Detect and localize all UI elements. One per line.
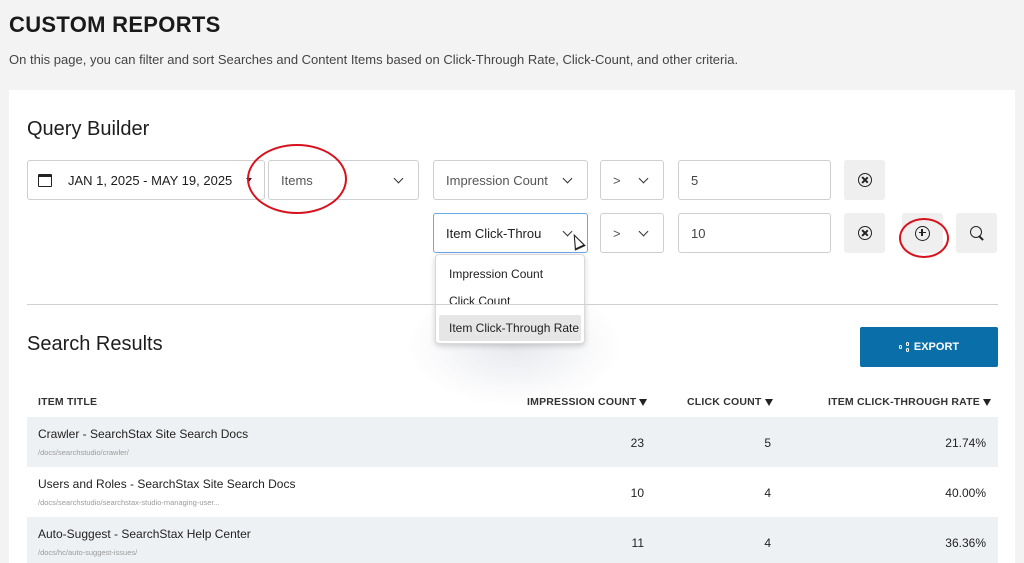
calendar-icon bbox=[38, 173, 52, 187]
filter2-operator-value: > bbox=[613, 225, 621, 241]
date-range-picker[interactable]: JAN 1, 2025 - MAY 19, 2025 bbox=[27, 160, 265, 200]
row-clicks: 5 bbox=[764, 436, 771, 450]
remove-filter1-button[interactable] bbox=[844, 160, 885, 200]
row-path: /docs/hc/auto-suggest-issues/ bbox=[38, 548, 138, 557]
search-button[interactable] bbox=[956, 213, 997, 253]
row-ctr: 21.74% bbox=[945, 436, 986, 450]
filter2-field-select[interactable]: Item Click-Throu bbox=[433, 213, 588, 253]
row-ctr: 36.36% bbox=[945, 536, 986, 550]
section-divider bbox=[27, 304, 998, 305]
dropdown-option-item-ctr[interactable]: Item Click-Through Rate bbox=[439, 315, 581, 341]
table-header: ITEM TITLE IMPRESSION COUNT CLICK COUNT … bbox=[27, 390, 998, 416]
row-ctr: 40.00% bbox=[945, 486, 986, 500]
row-title[interactable]: Auto-Suggest - SearchStax Help Center bbox=[38, 527, 251, 541]
export-button[interactable]: EXPORT bbox=[860, 327, 998, 367]
row-path: /docs/searchstudio/crawler/ bbox=[38, 448, 129, 457]
filter2-operator-select[interactable]: > bbox=[600, 213, 664, 253]
chevron-down-icon bbox=[394, 175, 404, 185]
close-circle-icon bbox=[857, 226, 872, 240]
row-title[interactable]: Users and Roles - SearchStax Site Search… bbox=[38, 477, 295, 491]
sort-down-icon bbox=[764, 399, 773, 406]
sort-down-icon bbox=[639, 399, 648, 406]
page-description: On this page, you can filter and sort Se… bbox=[9, 52, 739, 67]
table-row[interactable]: Auto-Suggest - SearchStax Help Center /d… bbox=[27, 517, 998, 563]
dropdown-option-click-count[interactable]: Click Count bbox=[439, 288, 581, 314]
share-icon bbox=[898, 342, 910, 352]
query-builder-title: Query Builder bbox=[27, 118, 150, 140]
dropdown-option-impression-count[interactable]: Impression Count bbox=[439, 261, 581, 287]
filter2-value-input[interactable]: 10 bbox=[678, 213, 831, 253]
row-clicks: 4 bbox=[764, 536, 771, 550]
chevron-down-icon bbox=[563, 175, 573, 185]
col-item-ctr[interactable]: ITEM CLICK-THROUGH RATE bbox=[828, 396, 991, 408]
report-card: Query Builder JAN 1, 2025 - MAY 19, 2025… bbox=[9, 90, 1015, 563]
date-range-label: JAN 1, 2025 - MAY 19, 2025 bbox=[68, 172, 233, 188]
filter2-field-value: Item Click-Throu bbox=[446, 225, 542, 241]
chevron-down-icon bbox=[639, 175, 649, 185]
col-click-count[interactable]: CLICK COUNT bbox=[687, 396, 773, 408]
page-title: CUSTOM REPORTS bbox=[9, 12, 221, 37]
filter1-operator-value: > bbox=[613, 172, 621, 188]
row-impressions: 23 bbox=[630, 436, 644, 450]
col-item-title[interactable]: ITEM TITLE bbox=[38, 396, 97, 408]
search-results-title: Search Results bbox=[27, 333, 163, 355]
row-path: /docs/searchstudio/searchstax-studio-man… bbox=[38, 498, 220, 507]
filter1-field-value: Impression Count bbox=[446, 172, 548, 188]
remove-filter2-button[interactable] bbox=[844, 213, 885, 253]
table-row[interactable]: Crawler - SearchStax Site Search Docs /d… bbox=[27, 417, 998, 467]
highlight-circle-add-button bbox=[899, 218, 949, 258]
col-impression-count[interactable]: IMPRESSION COUNT bbox=[527, 396, 648, 408]
sort-down-icon bbox=[982, 399, 991, 406]
highlight-circle-type-select bbox=[247, 144, 347, 214]
chevron-down-icon bbox=[639, 228, 649, 238]
filter1-value-input[interactable]: 5 bbox=[678, 160, 831, 200]
row-impressions: 10 bbox=[630, 486, 644, 500]
field-dropdown-menu: Impression Count Click Count Item Click-… bbox=[435, 254, 585, 344]
filter1-field-select[interactable]: Impression Count bbox=[433, 160, 588, 200]
row-impressions: 11 bbox=[631, 536, 644, 550]
export-label: EXPORT bbox=[913, 341, 960, 353]
row-title[interactable]: Crawler - SearchStax Site Search Docs bbox=[38, 427, 248, 441]
filter1-operator-select[interactable]: > bbox=[600, 160, 664, 200]
row-clicks: 4 bbox=[764, 486, 771, 500]
close-circle-icon bbox=[857, 173, 872, 187]
table-row[interactable]: Users and Roles - SearchStax Site Search… bbox=[27, 467, 998, 517]
search-icon bbox=[969, 225, 985, 241]
